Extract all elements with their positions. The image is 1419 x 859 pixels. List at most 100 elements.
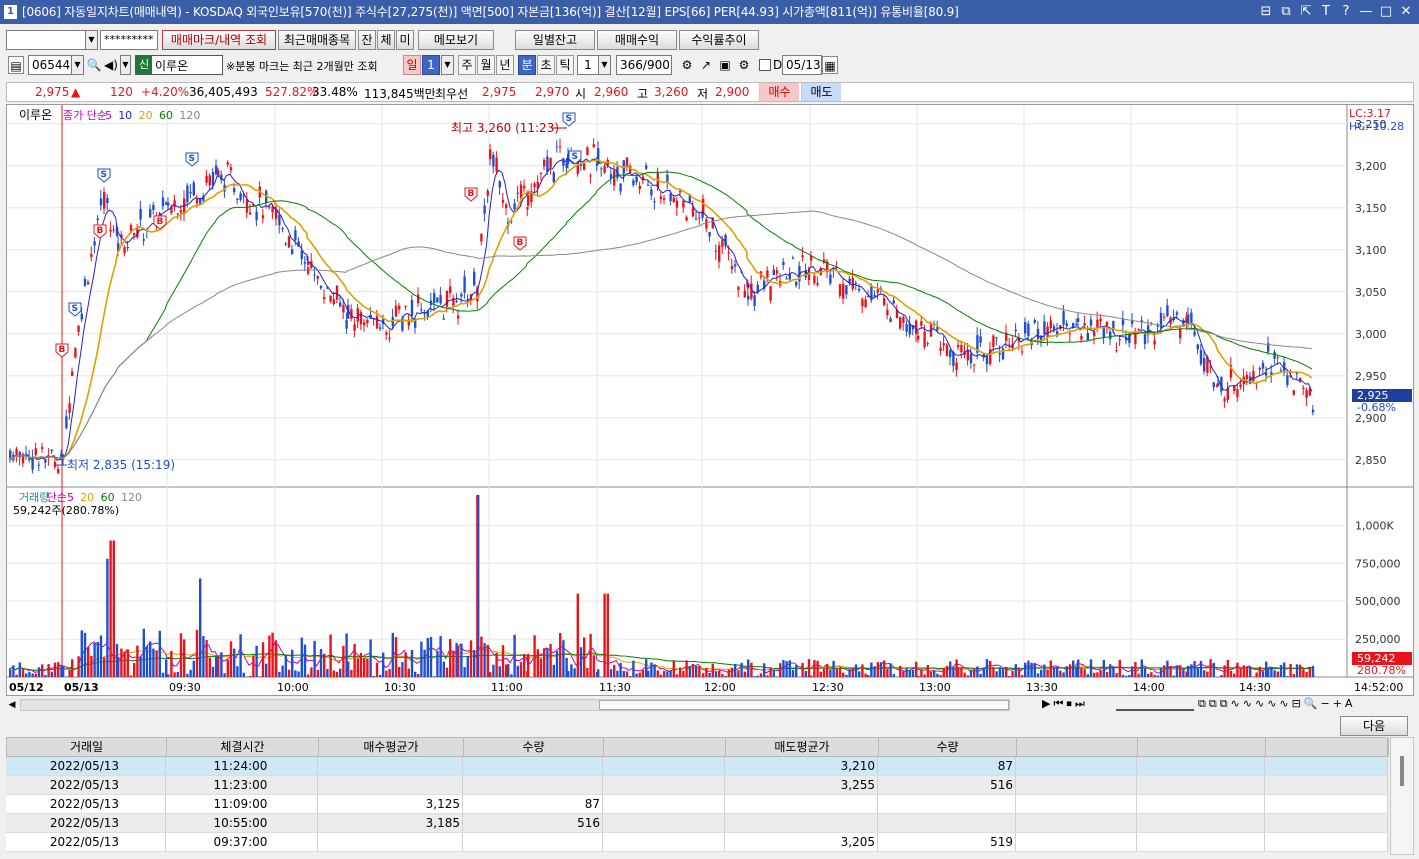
playback-icons[interactable]: ▶⏮⏹⏭ — [1042, 697, 1088, 711]
candle-body — [861, 298, 864, 307]
window-control-6[interactable]: □ — [1379, 0, 1393, 24]
stock-list-icon[interactable]: ▤ — [8, 56, 24, 74]
candle-body — [1121, 318, 1125, 326]
volume-bar — [420, 641, 423, 677]
daily-balance-button[interactable]: 일별잔고 — [515, 30, 595, 50]
volume-bar — [460, 643, 463, 677]
return-trend-button[interactable]: 수익률추이 — [679, 30, 759, 50]
sell-button[interactable]: 매도 — [801, 83, 841, 101]
recent-stocks-button[interactable]: 최근매매종목 — [278, 30, 356, 50]
speaker-icon[interactable]: ◀) — [103, 56, 119, 74]
window-control-5[interactable]: — — [1359, 0, 1373, 24]
candle-body — [294, 230, 297, 241]
password-field[interactable]: ********* — [100, 30, 158, 50]
table-cell — [463, 757, 603, 775]
volume-bar — [1059, 670, 1062, 677]
table-row[interactable]: 2022/05/13 11:24:00 3,210 87 — [6, 757, 1388, 776]
tab-day[interactable]: 일 — [403, 55, 421, 75]
price-volume-chart[interactable]: BSBSBSBBSS 3,2503,2003,1503,1003,0503,00… — [7, 105, 1413, 695]
tab-week[interactable]: 주 — [458, 55, 476, 75]
stock-code-dropdown[interactable]: ▼ — [71, 55, 84, 75]
stock-code-input[interactable]: 065440 — [28, 55, 72, 75]
table-cell — [1265, 757, 1388, 775]
trade-mark-query-button[interactable]: 매매마크/내역 조회 — [162, 30, 276, 50]
time-tick-label: 13:30 — [1026, 681, 1058, 694]
table-header-cell[interactable]: 수량 — [879, 738, 1017, 757]
calendar-icon[interactable]: ▦ — [822, 56, 838, 74]
save-icon[interactable]: ▣ — [717, 56, 733, 74]
tab-year[interactable]: 년 — [496, 55, 514, 75]
buy-button[interactable]: 매수 — [759, 83, 799, 101]
volume-bar — [785, 661, 788, 677]
date-checkbox[interactable] — [759, 59, 771, 71]
table-header-cell[interactable] — [604, 738, 726, 757]
table-cell — [463, 776, 603, 794]
window-control-2[interactable]: ⇱ — [1299, 0, 1313, 24]
tab-minute[interactable]: 분 — [518, 55, 536, 75]
indicator-icon[interactable]: ⚙ — [679, 56, 695, 74]
table-row[interactable]: 2022/05/13 09:37:00 3,205 519 — [6, 833, 1388, 852]
table-header-cell[interactable] — [1017, 738, 1138, 757]
table-row[interactable]: 2022/05/13 11:09:00 3,125 87 — [6, 795, 1388, 814]
draw-tool-icon[interactable]: ↗ — [698, 56, 714, 74]
speaker-dropdown[interactable]: ▼ — [120, 55, 131, 75]
day-count-dropdown[interactable]: ▼ — [441, 55, 454, 75]
table-row[interactable]: 2022/05/13 10:55:00 3,185 516 — [6, 814, 1388, 833]
chart-area[interactable]: BSBSBSBBSS 3,250 3,200 3,150 3,100 3,050 3,00… — [6, 104, 1414, 696]
count-input[interactable]: 366/900 — [616, 55, 672, 75]
trade-table-header: 거래일 체결시간 매수평균가 수량 매도평균가 수량 — [6, 737, 1389, 757]
table-header-cell[interactable]: 매수평균가 — [319, 738, 464, 757]
memo-view-button[interactable]: 메모보기 — [418, 30, 494, 50]
scroll-left-icon[interactable]: ◀ — [6, 698, 18, 712]
chart-tool-icons[interactable]: ⧉⧉⧉∿∿∿∿∿⊟🔍−+A — [1198, 697, 1356, 711]
gear-icon[interactable]: ⚙ — [736, 56, 752, 74]
table-cell: 2022/05/13 — [6, 795, 166, 813]
table-scrollbar[interactable] — [1390, 737, 1414, 855]
table-header-cell[interactable]: 체결시간 — [167, 738, 319, 757]
volume-bar — [592, 655, 595, 677]
balance-button[interactable]: 잔 — [358, 30, 376, 50]
interval-dropdown[interactable]: ▼ — [598, 55, 611, 75]
volume-bar — [832, 660, 835, 677]
unexecuted-button[interactable]: 미 — [396, 30, 414, 50]
tab-second[interactable]: 초 — [537, 55, 555, 75]
tab-month[interactable]: 월 — [477, 55, 495, 75]
volume-bar — [838, 668, 842, 677]
table-row[interactable]: 2022/05/13 11:23:00 3,255 516 — [6, 776, 1388, 795]
next-button[interactable]: 다음 — [1340, 716, 1408, 736]
stock-name-box[interactable]: 신 이루온 — [135, 55, 223, 75]
window-control-7[interactable]: ✕ — [1399, 0, 1413, 24]
volume-bar — [737, 670, 740, 677]
table-scroll-thumb[interactable] — [1400, 756, 1404, 786]
day-count[interactable]: 1 — [422, 55, 440, 75]
table-header-cell[interactable]: 수량 — [464, 738, 604, 757]
volume-bar — [899, 665, 902, 677]
table-cell — [1016, 776, 1137, 794]
window-control-0[interactable]: ⊟ — [1259, 0, 1273, 24]
candle-body — [682, 200, 685, 208]
volume-bar — [1147, 673, 1150, 677]
tab-tick[interactable]: 틱 — [556, 55, 574, 75]
scroll-thumb[interactable] — [599, 700, 1009, 710]
table-header-cell[interactable]: 매도평균가 — [726, 738, 879, 757]
table-header-cell[interactable] — [1266, 738, 1389, 757]
date-input[interactable]: 05/13 — [782, 55, 822, 75]
candle-body — [613, 170, 616, 186]
account-input[interactable] — [6, 30, 86, 50]
search-icon[interactable]: 🔍 — [86, 56, 102, 74]
account-dropdown[interactable]: ▼ — [85, 30, 98, 50]
chart-scrollbar[interactable] — [20, 699, 1010, 711]
window-control-1[interactable]: ⧉ — [1279, 0, 1293, 24]
executed-button[interactable]: 체 — [377, 30, 395, 50]
window-control-4[interactable]: ? — [1339, 0, 1353, 24]
candle-body — [316, 276, 319, 279]
interval-input[interactable]: 1 — [577, 55, 599, 75]
table-header-cell[interactable]: 거래일 — [7, 738, 167, 757]
window-control-3[interactable]: T — [1319, 0, 1333, 24]
candle-body — [233, 188, 236, 193]
volume-bar — [189, 669, 192, 677]
table-header-cell[interactable] — [1138, 738, 1266, 757]
zoom-slider[interactable] — [1116, 699, 1194, 711]
trade-profit-button[interactable]: 매매수익 — [597, 30, 677, 50]
candle-body — [142, 239, 145, 241]
